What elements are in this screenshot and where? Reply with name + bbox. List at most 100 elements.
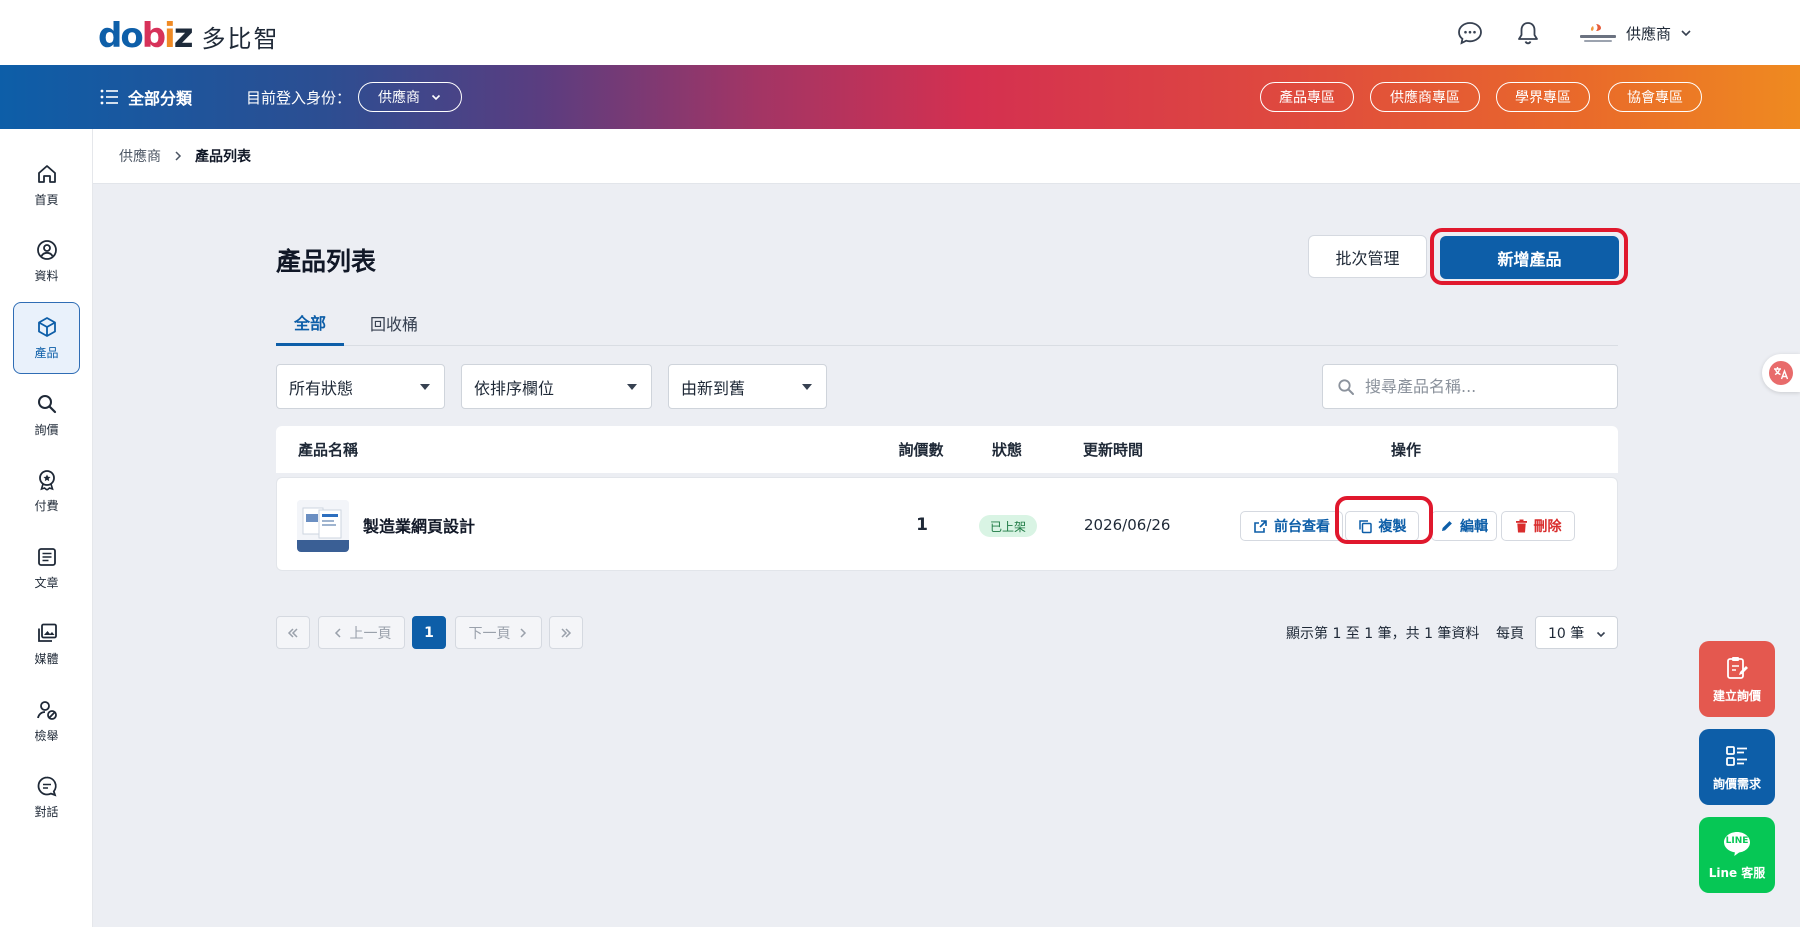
page-number-button[interactable]: 1 — [412, 616, 446, 649]
next-page-button[interactable]: 下一頁 — [455, 616, 542, 649]
sidebar-item-label: 文章 — [34, 575, 59, 590]
per-page-select[interactable]: 10 筆 — [1535, 616, 1618, 649]
sidebar-item-articles[interactable]: 文章 — [13, 532, 80, 604]
sidebar-item-products[interactable]: 產品 — [13, 302, 80, 374]
sidebar-item-label: 產品 — [34, 345, 59, 360]
last-page-button[interactable] — [549, 616, 583, 649]
pencil-icon — [1442, 521, 1452, 531]
updated-date: 2026/06/26 — [1084, 516, 1171, 534]
user-circle-icon — [36, 239, 57, 260]
bell-icon[interactable] — [1514, 20, 1542, 46]
sidebar-item-label: 付費 — [34, 498, 59, 513]
delete-button[interactable]: 刪除 — [1501, 511, 1575, 541]
external-link-icon — [1254, 519, 1267, 533]
double-chevron-left-icon — [287, 627, 298, 638]
list-icon — [100, 89, 118, 105]
column-header-actions: 操作 — [1390, 441, 1421, 459]
search-input[interactable] — [1365, 377, 1605, 396]
add-product-button[interactable]: 新增產品 — [1440, 236, 1619, 279]
create-inquiry-label: 建立詢價 — [1712, 688, 1761, 703]
product-name[interactable]: 製造業網頁設計 — [363, 478, 475, 572]
batch-manage-button[interactable]: 批次管理 — [1308, 235, 1427, 278]
user-menu[interactable]: 供應商 — [1578, 20, 1693, 46]
pagination-summary: 顯示第 1 至 1 筆，共 1 筆資料 — [1286, 625, 1480, 642]
sidebar-item-media[interactable]: 媒體 — [13, 608, 80, 680]
prev-page-label: 上一頁 — [349, 625, 392, 642]
view-frontend-button[interactable]: 前台查看 — [1240, 511, 1343, 541]
sidebar-item-report[interactable]: 檢舉 — [13, 685, 80, 757]
brand-logo[interactable]: dobiz 多比智 — [98, 16, 280, 56]
zone-academia-button[interactable]: 學界專區 — [1496, 82, 1590, 112]
sidebar-item-label: 詢價 — [34, 422, 59, 437]
line-badge-text: LINE — [1725, 836, 1749, 846]
breadcrumb-parent[interactable]: 供應商 — [119, 146, 161, 166]
view-frontend-label: 前台查看 — [1274, 519, 1330, 535]
per-page-value: 10 筆 — [1548, 625, 1585, 642]
user-name: 供應商 — [1626, 24, 1672, 43]
status-badge: 已上架 — [979, 515, 1037, 537]
sidebar-item-home[interactable]: 首頁 — [13, 149, 80, 221]
sort-order-value: 由新到舊 — [681, 378, 746, 398]
zone-products-button[interactable]: 產品專區 — [1260, 82, 1354, 112]
sidebar-item-label: 檢舉 — [34, 728, 59, 743]
role-select[interactable]: 供應商 — [358, 82, 462, 112]
tab-trash[interactable]: 回收桶 — [360, 300, 428, 346]
translate-button[interactable] — [1762, 354, 1800, 392]
breadcrumb-current: 產品列表 — [195, 149, 251, 165]
sidebar-item-profile[interactable]: 資料 — [13, 225, 80, 297]
product-thumbnail[interactable] — [297, 500, 349, 552]
chevron-down-icon — [431, 94, 441, 101]
zone-association-button[interactable]: 協會專區 — [1608, 82, 1702, 112]
role-value: 供應商 — [378, 90, 420, 106]
column-header-updated: 更新時間 — [1083, 441, 1144, 459]
sidebar-item-label: 資料 — [34, 268, 59, 283]
double-chevron-right-icon — [561, 627, 572, 638]
create-inquiry-button[interactable]: 建立詢價 — [1699, 641, 1775, 717]
line-service-button[interactable]: LINE Line 客服 — [1699, 817, 1775, 893]
chevron-down-icon — [1596, 631, 1606, 638]
sort-order-select[interactable]: 由新到舊 — [668, 364, 827, 409]
delete-label: 刪除 — [1533, 519, 1562, 535]
sidebar-item-label: 對話 — [34, 804, 59, 819]
status-filter-value: 所有狀態 — [289, 378, 354, 398]
tab-all[interactable]: 全部 — [276, 300, 344, 346]
sidebar-item-chat[interactable]: 對話 — [13, 761, 80, 833]
home-icon — [37, 164, 56, 183]
chat-icon — [37, 776, 57, 796]
status-filter-select[interactable]: 所有狀態 — [276, 364, 445, 409]
table-header: 產品名稱 詢價數 狀態 更新時間 操作 — [276, 426, 1618, 473]
list-grid-icon — [1726, 745, 1747, 766]
product-tabs: 全部 回收桶 — [276, 300, 1618, 346]
column-header-status: 狀態 — [991, 441, 1022, 459]
chevron-right-icon — [175, 151, 182, 161]
edit-button[interactable]: 編輯 — [1431, 511, 1497, 541]
sort-field-select[interactable]: 依排序欄位 — [461, 364, 652, 409]
category-navbar: 全部分類 目前登入身份： 供應商 產品專區 供應商專區 學界專區 協會專區 — [0, 65, 1800, 129]
all-categories-button[interactable]: 全部分類 — [100, 65, 192, 129]
article-icon — [37, 547, 56, 566]
breadcrumb: 供應商 產品列表 — [93, 129, 1800, 184]
inquiry-needs-button[interactable]: 詢價需求 — [1699, 729, 1775, 805]
sidebar-item-payment[interactable]: 付費 — [13, 455, 80, 527]
line-service-label: Line 客服 — [1708, 865, 1766, 880]
company-logo-icon — [1578, 22, 1618, 44]
chevron-left-icon — [334, 627, 341, 638]
message-icon[interactable] — [1456, 20, 1484, 46]
chevron-right-icon — [519, 627, 526, 638]
column-header-name: 產品名稱 — [298, 441, 359, 459]
logo-text: 多比智 — [201, 24, 280, 53]
caret-down-icon — [802, 384, 812, 390]
first-page-button[interactable] — [276, 616, 310, 649]
highlight-outline — [1335, 496, 1433, 544]
media-icon — [37, 623, 57, 642]
caret-down-icon — [420, 384, 430, 390]
sidebar-item-inquiry[interactable]: 詢價 — [13, 379, 80, 451]
inquiry-count: 1 — [916, 515, 928, 535]
zone-suppliers-button[interactable]: 供應商專區 — [1370, 82, 1480, 112]
sidebar: 首頁 資料 產品 詢價 付費 文章 媒體 檢舉 對話 — [0, 129, 93, 927]
translate-icon — [1769, 361, 1793, 385]
page-title: 產品列表 — [276, 247, 377, 276]
sidebar-item-label: 媒體 — [34, 651, 59, 666]
search-box — [1322, 364, 1618, 409]
prev-page-button[interactable]: 上一頁 — [318, 616, 405, 649]
